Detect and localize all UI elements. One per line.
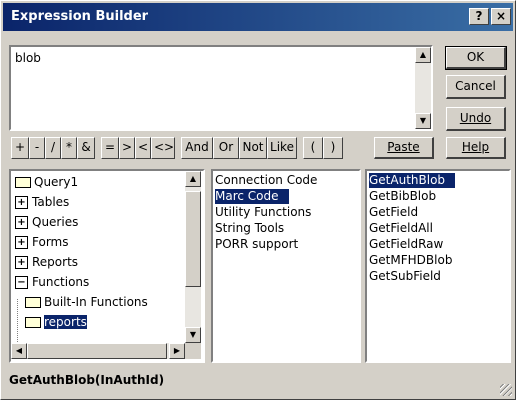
undo-button[interactable]: Undo xyxy=(446,107,506,131)
operator-button[interactable]: Or xyxy=(213,137,239,159)
undo-label: Undo xyxy=(459,111,492,125)
operator-button[interactable]: ( xyxy=(303,137,323,159)
expression-box[interactable]: blob ▲ ▼ xyxy=(9,45,433,131)
help-label: Help xyxy=(461,140,490,154)
operator-button[interactable]: & xyxy=(77,137,95,159)
element-item[interactable]: GetFieldAll xyxy=(369,221,443,236)
element-item[interactable]: GetBibBlob xyxy=(369,189,446,204)
expression-builder-window: Expression Builder ? × blob ▲ ▼ OK Cance… xyxy=(0,0,516,400)
expand-plus-icon: + xyxy=(15,216,28,229)
operator-button[interactable]: + xyxy=(11,137,29,159)
paste-button[interactable]: Paste xyxy=(374,137,434,159)
cancel-button[interactable]: Cancel xyxy=(446,75,506,99)
expand-plus-icon: + xyxy=(15,236,28,249)
folder-icon xyxy=(25,297,41,308)
tree-connector xyxy=(17,299,19,344)
tree-item-label: Forms xyxy=(32,235,69,249)
expression-scrollbar[interactable]: ▲ ▼ xyxy=(415,47,431,129)
element-item[interactable]: GetAuthBlob xyxy=(369,173,456,188)
tree-item[interactable]: − Functions xyxy=(15,275,89,290)
category-item[interactable]: Marc Code xyxy=(215,189,289,204)
paste-label: Paste xyxy=(387,140,420,154)
tree-item-label: Built-In Functions xyxy=(44,295,148,309)
tree-scroll-right-icon[interactable]: ▶ xyxy=(169,343,185,359)
expand-plus-icon: + xyxy=(15,256,28,269)
tree-scroll-thumb[interactable] xyxy=(185,191,201,287)
operator-button[interactable]: And xyxy=(181,137,213,159)
title-bar[interactable]: Expression Builder ? × xyxy=(3,3,513,31)
window-title: Expression Builder xyxy=(11,9,149,24)
operator-button[interactable]: <> xyxy=(151,137,175,159)
expand-plus-icon: + xyxy=(15,196,28,209)
scroll-down-arrow-icon[interactable]: ▼ xyxy=(415,113,431,129)
tree-item-label: reports xyxy=(44,315,87,329)
operator-button[interactable]: * xyxy=(61,137,77,159)
tree-item[interactable]: + Reports xyxy=(15,255,78,270)
folder-icon xyxy=(15,177,31,188)
category-item[interactable]: Utility Functions xyxy=(215,205,321,220)
category-list[interactable]: Connection Code Marc Code Utility Function… xyxy=(211,169,361,363)
help-title-button[interactable]: ? xyxy=(469,8,489,25)
category-item[interactable]: PORR support xyxy=(215,237,308,252)
tree-vertical-scrollbar[interactable]: ▲ ▼ xyxy=(185,171,201,343)
help-button[interactable]: Help xyxy=(446,137,506,159)
scroll-up-arrow-icon[interactable]: ▲ xyxy=(415,47,431,63)
tree-item-label: Queries xyxy=(32,215,79,229)
category-item[interactable]: String Tools xyxy=(215,221,294,236)
object-tree[interactable]: Query1 + Tables + Queries + Forms + Reports − Func… xyxy=(9,169,205,363)
element-item[interactable]: GetMFHDBlob xyxy=(369,253,462,268)
tree-item[interactable]: + Queries xyxy=(15,215,78,230)
operator-button[interactable]: Like xyxy=(267,137,297,159)
open-folder-icon xyxy=(25,317,41,328)
operator-button[interactable]: - xyxy=(29,137,45,159)
operator-button[interactable]: > xyxy=(119,137,135,159)
tree-scroll-left-icon[interactable]: ◀ xyxy=(11,343,27,359)
element-item[interactable]: GetFieldRaw xyxy=(369,237,453,252)
operator-button[interactable]: / xyxy=(45,137,61,159)
tree-item-label: Reports xyxy=(32,255,79,269)
operator-button[interactable]: < xyxy=(135,137,151,159)
operator-button[interactable]: Not xyxy=(239,137,267,159)
ok-button[interactable]: OK xyxy=(445,46,507,70)
tree-item[interactable]: + Forms xyxy=(15,235,68,250)
tree-hscroll-thumb[interactable] xyxy=(27,343,167,359)
tree-item-label: Query1 xyxy=(34,175,79,189)
scroll-corner xyxy=(185,343,201,359)
close-button[interactable]: × xyxy=(491,8,511,25)
syntax-status: GetAuthBlob(InAuthId) xyxy=(9,373,165,387)
resize-grip-icon[interactable] xyxy=(500,384,512,396)
expression-text[interactable]: blob xyxy=(15,51,41,65)
element-item[interactable]: GetSubField xyxy=(369,269,451,284)
tree-item-label: Tables xyxy=(32,195,70,209)
tree-item[interactable]: Built-In Functions xyxy=(25,295,148,310)
tree-item[interactable]: reports xyxy=(25,315,87,330)
operator-button[interactable]: ) xyxy=(323,137,343,159)
tree-item[interactable]: + Tables xyxy=(15,195,69,210)
tree-horizontal-scrollbar[interactable]: ◀ ▶ xyxy=(11,343,185,359)
collapse-minus-icon: − xyxy=(15,276,28,289)
tree-item-label: Functions xyxy=(32,275,90,289)
tree-item[interactable]: Query1 xyxy=(15,175,78,190)
tree-scroll-down-icon[interactable]: ▼ xyxy=(185,327,201,343)
category-item[interactable]: Connection Code xyxy=(215,173,327,188)
tree-scroll-up-icon[interactable]: ▲ xyxy=(185,171,201,187)
element-list[interactable]: GetAuthBlob GetBibBlob GetField GetFieldAll… xyxy=(365,169,511,363)
operator-button[interactable]: = xyxy=(101,137,119,159)
element-item[interactable]: GetField xyxy=(369,205,428,220)
